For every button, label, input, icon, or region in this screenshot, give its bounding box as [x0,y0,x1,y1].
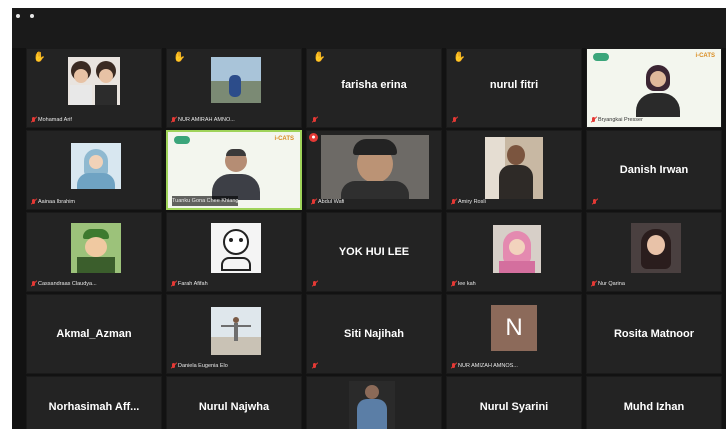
participant-video [631,63,685,117]
participant-tile[interactable]: Farah Afifah [166,212,302,292]
participant-name: Muhd Izhan [623,400,685,413]
participant-tile[interactable]: Muhd Izhan [586,376,722,429]
participant-tile[interactable]: Daniela Eugenia Elo [166,294,302,374]
participant-name-label: Mohamad Arif [31,115,72,125]
participant-name: farisha erina [341,78,407,91]
gallery-view: ✋ Mohamad Arif ✋ NUR AMIRAH AMNO... ✋ fa… [26,48,726,429]
participant-tile[interactable]: ✋ nurul fitri [446,48,582,128]
participant-name-label: Amiry Rosli [451,197,486,207]
mic-muted-icon [171,117,176,123]
participant-tile[interactable]: Cassandraas Claudya... [26,212,162,292]
participant-video [485,137,543,199]
mic-muted-icon [312,281,317,287]
mic-muted-icon [311,199,316,205]
window-dot-icon [30,14,34,18]
participant-tile[interactable]: i-CATS Bryangkai Presser [586,48,722,128]
participant-video [349,381,395,429]
mic-muted-icon [312,363,317,369]
participant-name-label: Bryangkai Presser [591,115,643,125]
logo-icon [174,136,190,144]
participant-tile[interactable]: Rosita Matnoor [586,294,722,374]
participant-name-label: Nur Qarina [591,279,625,289]
participant-tile[interactable]: ● Abdul Wafi [306,130,442,210]
participant-name: Siti Najihah [344,328,404,340]
participant-name-label: Aainaa Ibrahim [31,197,75,207]
participant-tile[interactable]: Nurul Najwha [166,376,302,429]
participant-name-label: Abdul Wafi [311,197,344,207]
participant-tile[interactable]: ✋ NUR AMIRAH AMNO... [166,48,302,128]
participant-tile[interactable]: ✋ farisha erina [306,48,442,128]
participant-video [208,146,264,200]
mic-muted-icon [591,117,596,123]
participant-video [71,143,121,189]
participant-video [631,223,681,273]
participant-name-label: NUR AMIZAH AMNOS... [451,361,518,371]
participant-tile[interactable]: Danish Irwan [586,130,722,210]
participant-video [211,223,261,273]
participant-tile[interactable]: Amiry Rosli [446,130,582,210]
participant-name: Rosita Matnoor [613,328,695,340]
participant-tile[interactable]: N NUR AMIZAH AMNOS... [446,294,582,374]
mic-muted-icon [31,117,36,123]
participant-name-label: NUR AMIRAH AMNO... [171,115,235,125]
participant-tile[interactable]: YOK HUI LEE [306,212,442,292]
mic-muted-icon [452,117,457,123]
initial-avatar: N [491,305,537,351]
participant-name: Akmal_Azman [56,328,132,340]
participant-tile[interactable]: Siti Najihah [306,294,442,374]
participant-name-label: Farah Afifah [171,279,208,289]
participant-name: Nurul Syarini [479,400,549,413]
participant-video [71,223,121,273]
participant-tile[interactable]: lee kah [446,212,582,292]
participant-tile[interactable]: Nur Qarina [586,212,722,292]
participant-tile[interactable]: ✋ Mohamad Arif [26,48,162,128]
participant-tile[interactable]: Aainaa Ibrahim [26,130,162,210]
raised-hand-icon: ✋ [33,52,46,63]
participant-name: Danish Irwan [619,164,689,176]
mic-muted-icon [451,363,456,369]
logo-icon [593,53,609,61]
participant-video [211,307,261,355]
participant-name: YOK HUI LEE [338,246,410,258]
participant-video [68,57,120,105]
participant-tile[interactable]: Akmal_Azman [26,294,162,374]
participant-name-label: lee kah [451,279,476,289]
participant-video [321,135,429,199]
mic-muted-icon [451,281,456,287]
participant-name: Nurul Najwha [198,400,270,413]
participant-tile-active-speaker[interactable]: i-CATS Tuanku Gona Chee Khiang [166,130,302,210]
participant-tile[interactable] [306,376,442,429]
mic-muted-icon [171,363,176,369]
participant-name-label: Cassandraas Claudya... [31,279,97,289]
mic-muted-icon [592,199,597,205]
mic-muted-icon [591,281,596,287]
mic-muted-icon [312,117,317,123]
participant-name: Norhasimah Aff... [48,400,140,413]
top-bar [12,8,726,48]
window-dot-icon [16,14,20,18]
participant-video [211,57,261,103]
mic-muted-icon [31,199,36,205]
participant-name-label: Tuanku Gona Chee Khiang [172,196,239,206]
raised-hand-icon: ✋ [313,52,326,63]
brand-logo: i-CATS [695,53,715,59]
mic-muted-icon [31,281,36,287]
participant-tile[interactable]: Norhasimah Aff... [26,376,162,429]
participant-tile[interactable]: Nurul Syarini [446,376,582,429]
participant-name: nurul fitri [489,78,539,91]
video-off-icon: ● [309,133,318,142]
brand-logo: i-CATS [274,136,294,142]
mic-muted-icon [171,281,176,287]
zoom-meeting-window: ✋ Mohamad Arif ✋ NUR AMIRAH AMNO... ✋ fa… [12,8,726,429]
participant-name-label: Daniela Eugenia Elo [171,361,228,371]
raised-hand-icon: ✋ [173,52,186,63]
mic-muted-icon [451,199,456,205]
participant-video [493,225,541,273]
raised-hand-icon: ✋ [453,52,466,63]
